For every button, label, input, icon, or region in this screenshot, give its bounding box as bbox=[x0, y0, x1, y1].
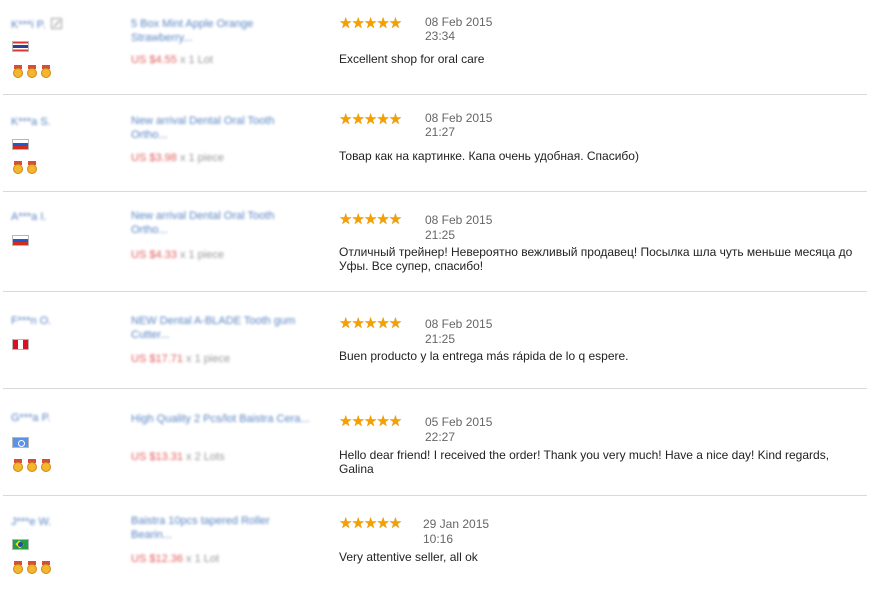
medal-icon bbox=[27, 161, 37, 174]
buyer-medals bbox=[13, 65, 55, 79]
feedback-text: Buen producto y la entrega más rápida de… bbox=[339, 349, 629, 363]
star-rating: ★★★★★ bbox=[339, 515, 402, 532]
product-link[interactable]: New arrival Dental Oral Tooth Ortho... bbox=[131, 209, 311, 237]
medal-icon bbox=[41, 65, 51, 78]
medal-icon bbox=[27, 561, 37, 574]
star-rating: ★★★★★ bbox=[339, 413, 402, 430]
feedback-date: 08 Feb 2015 bbox=[425, 111, 493, 125]
star-rating: ★★★★★ bbox=[339, 211, 402, 228]
medal-icon bbox=[13, 161, 23, 174]
star-rating: ★★★★★ bbox=[339, 315, 402, 332]
country-flag-russia bbox=[12, 139, 29, 150]
buyer-name[interactable]: J***e W. bbox=[11, 516, 51, 528]
medal-icon bbox=[27, 459, 37, 472]
feedback-text: Excellent shop for oral care bbox=[339, 52, 485, 66]
feedback-time: 22:27 bbox=[425, 430, 456, 444]
feedback-date: 08 Feb 2015 bbox=[425, 213, 493, 227]
feedback-list: K***i P. 5 Box Mint Apple Orange Strawbe… bbox=[0, 0, 871, 594]
feedback-date: 29 Jan 2015 bbox=[423, 517, 490, 531]
country-flag-thailand bbox=[12, 41, 29, 52]
order-price: US $4.55 x 1 Lot bbox=[131, 54, 213, 66]
feedback-time: 10:16 bbox=[423, 532, 454, 546]
feedback-row: F***n O. NEW Dental A-BLADE Tooth gum Cu… bbox=[3, 306, 867, 386]
buyer-name[interactable]: K***a S. bbox=[11, 116, 51, 128]
order-price: US $17.71 x 1 piece bbox=[131, 353, 231, 365]
product-link[interactable]: NEW Dental A-BLADE Tooth gum Cutter... bbox=[131, 314, 311, 342]
feedback-time: 21:25 bbox=[425, 228, 456, 242]
order-price: US $3.98 x 1 piece bbox=[131, 152, 224, 164]
buyer-name[interactable]: G***a P. bbox=[11, 412, 51, 424]
feedback-row: A***a I. New arrival Dental Oral Tooth O… bbox=[3, 206, 867, 290]
medal-icon bbox=[13, 459, 23, 472]
buyer-name[interactable]: F***n O. bbox=[11, 315, 51, 327]
star-rating: ★★★★★ bbox=[339, 111, 402, 128]
medal-icon bbox=[13, 561, 23, 574]
feedback-row: G***a P. High Quality 2 Pcs/lot Baistra … bbox=[3, 404, 867, 494]
row-divider bbox=[3, 495, 867, 496]
order-price: US $12.36 x 1 Lot bbox=[131, 553, 220, 565]
edit-icon[interactable] bbox=[50, 18, 62, 29]
buyer-name[interactable]: A***a I. bbox=[11, 211, 46, 223]
buyer-medals bbox=[13, 161, 41, 175]
product-link[interactable]: New arrival Dental Oral Tooth Ortho... bbox=[131, 114, 311, 142]
medal-icon bbox=[13, 65, 23, 78]
feedback-date: 08 Feb 2015 bbox=[425, 317, 493, 331]
feedback-text: Very attentive seller, all ok bbox=[339, 550, 478, 564]
feedback-text: Hello dear friend! I received the order!… bbox=[339, 448, 830, 476]
row-divider bbox=[3, 94, 867, 95]
feedback-time: 23:34 bbox=[425, 29, 456, 43]
product-link[interactable]: 5 Box Mint Apple Orange Strawberry... bbox=[131, 17, 311, 45]
row-divider bbox=[3, 388, 867, 389]
product-link[interactable]: Baistra 10pcs tapered Roller Bearin... bbox=[131, 514, 311, 542]
feedback-date: 05 Feb 2015 bbox=[425, 415, 493, 429]
feedback-text: Отличный трейнер! Невероятно вежливый пр… bbox=[339, 245, 853, 273]
feedback-row: J***e W. Baistra 10pcs tapered Roller Be… bbox=[3, 510, 867, 590]
buyer-name[interactable]: K***i P. bbox=[11, 18, 62, 31]
star-rating: ★★★★★ bbox=[339, 15, 402, 32]
buyer-medals bbox=[13, 561, 55, 575]
country-flag-un bbox=[12, 437, 29, 448]
feedback-date: 08 Feb 2015 bbox=[425, 15, 493, 29]
order-price: US $4.33 x 1 piece bbox=[131, 249, 224, 261]
medal-icon bbox=[41, 561, 51, 574]
country-flag-peru bbox=[12, 339, 29, 350]
country-flag-russia bbox=[12, 235, 29, 246]
order-price: US $13.31 x 2 Lots bbox=[131, 451, 225, 463]
feedback-row: K***i P. 5 Box Mint Apple Orange Strawbe… bbox=[3, 14, 867, 94]
medal-icon bbox=[41, 459, 51, 472]
feedback-row: K***a S. New arrival Dental Oral Tooth O… bbox=[3, 110, 867, 190]
row-divider bbox=[3, 291, 867, 292]
country-flag-brazil bbox=[12, 539, 29, 550]
medal-icon bbox=[27, 65, 37, 78]
buyer-medals bbox=[13, 459, 55, 473]
feedback-time: 21:27 bbox=[425, 125, 456, 139]
row-divider bbox=[3, 191, 867, 192]
feedback-time: 21:25 bbox=[425, 332, 456, 346]
product-link[interactable]: High Quality 2 Pcs/lot Baistra Cera... bbox=[131, 412, 311, 426]
feedback-text: Товар как на картинке. Капа очень удобна… bbox=[339, 149, 639, 163]
